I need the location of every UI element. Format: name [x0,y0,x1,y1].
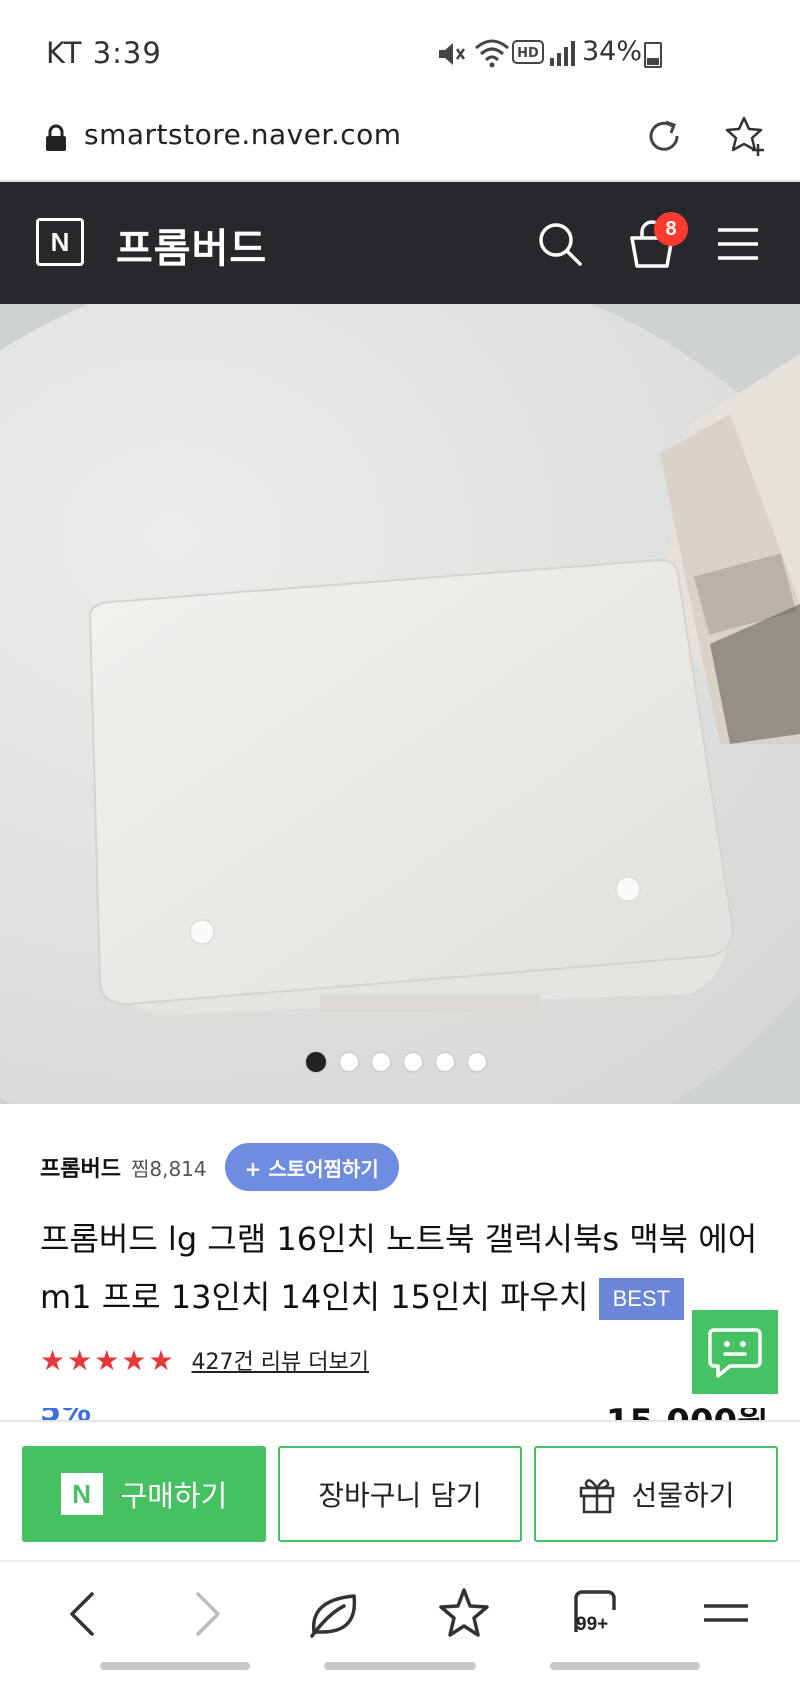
review-link[interactable]: 427건 리뷰 더보기 [192,1344,369,1376]
best-badge: BEST [598,1278,685,1320]
url-text[interactable]: smartstore.naver.com [84,118,402,151]
store-zzim-button[interactable]: + 스토어찜하기 [224,1143,399,1191]
pagination-dot[interactable] [306,1052,326,1072]
svg-text:HD: HD [517,46,539,61]
star-icon: ★ [121,1343,147,1377]
gift-button[interactable]: 선물하기 [534,1446,778,1542]
add-to-cart-button[interactable]: 장바구니 담기 [278,1446,522,1542]
add-to-cart-label: 장바구니 담기 [318,1479,482,1512]
time-label: 3:39 [92,36,162,70]
add-bookmark-icon[interactable] [724,114,768,158]
cart-count-badge: 8 [654,212,688,246]
pagination-dot[interactable] [468,1053,486,1071]
gift-icon [580,1479,615,1514]
rating-row: ★ ★ ★ ★ ★ 427건 리뷰 더보기 [40,1340,369,1380]
carrier-label: KT [46,36,83,70]
bookmark-star-icon[interactable] [434,1584,494,1644]
product-photo [0,304,800,1104]
image-pagination [306,1052,486,1072]
talktalk-chat-button[interactable] [692,1310,778,1394]
seller-row: 프롬버드 찜8,814 + 스토어찜하기 [40,1142,399,1192]
pagination-dot[interactable] [372,1053,390,1071]
lock-icon [46,124,66,151]
pagination-dot[interactable] [340,1053,358,1071]
status-carrier-time: KT 3:39 [46,36,162,70]
purchase-bar: N 구매하기 장바구니 담기 선물하기 [0,1420,800,1560]
hd-icon: HD [512,40,544,64]
signal-icon [550,41,575,66]
gesture-indicator [324,1662,476,1670]
back-icon[interactable] [54,1584,114,1644]
pagination-dot[interactable] [436,1053,454,1071]
buy-button[interactable]: N 구매하기 [22,1446,266,1542]
star-icon: ★ [67,1343,93,1377]
tabs-count: 99+ [576,1614,609,1635]
zzim-count: 찜8,814 [130,1156,207,1181]
gesture-bar [0,1662,800,1674]
forward-icon[interactable] [176,1584,236,1644]
battery-percent: 34% [582,36,643,67]
naver-logo[interactable]: N [36,218,84,266]
gesture-indicator [100,1662,250,1670]
search-icon[interactable] [536,220,584,268]
buy-label: 구매하기 [120,1479,228,1513]
mute-icon [439,43,466,65]
star-icon: ★ [148,1343,174,1377]
gesture-indicator [550,1662,700,1670]
product-image[interactable] [0,304,800,1104]
battery-icon [644,42,662,68]
menu-icon[interactable] [716,226,760,262]
chat-icon [708,1328,762,1378]
status-bar: KT 3:39 HD 34% [0,0,800,100]
wifi-icon [475,39,509,68]
menu-icon[interactable] [696,1584,756,1644]
seller-name[interactable]: 프롬버드 [40,1151,121,1183]
browser-url-bar: smartstore.naver.com [0,100,800,182]
reload-icon[interactable] [644,116,684,156]
naver-pay-icon: N [60,1473,103,1515]
gift-label: 선물하기 [631,1479,735,1512]
star-icon: ★ [94,1343,120,1377]
tabs-button[interactable]: 99+ [568,1584,628,1644]
product-title: 프롬버드 lg 그램 16인치 노트북 갤럭시북s 맥북 에어 m1 프로 13… [40,1210,760,1326]
pagination-dot[interactable] [404,1053,422,1071]
leaf-icon[interactable] [304,1584,364,1644]
star-icon: ★ [40,1343,66,1377]
store-title[interactable]: 프롬버드 [116,216,267,274]
